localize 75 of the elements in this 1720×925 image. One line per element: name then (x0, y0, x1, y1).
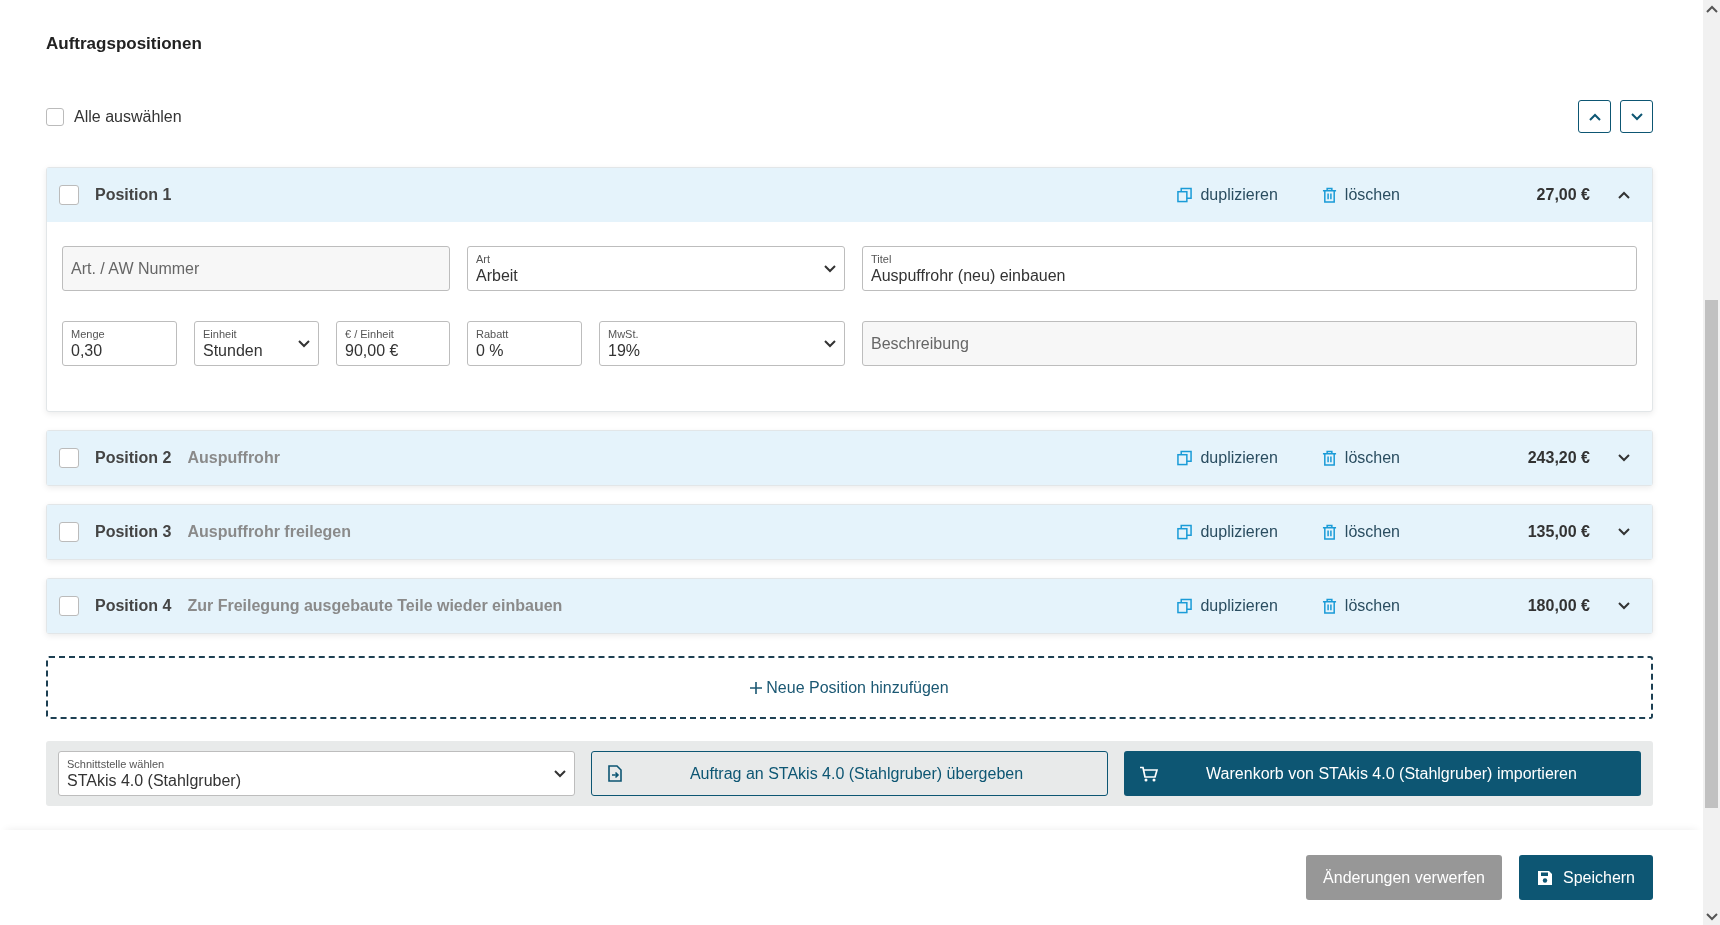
position-label: Position 1 (95, 186, 172, 204)
input-field[interactable]: Titel Auspuffrohr (neu) einbauen (862, 246, 1637, 291)
plus-icon (750, 681, 763, 694)
position-price: 180,00 € (1526, 597, 1590, 615)
expand-icon (1618, 528, 1630, 536)
position-header[interactable]: Position 4 Zur Freilegung ausgebaute Teile wieder einbauen duplizieren löschen 180,00 € (47, 579, 1652, 633)
section-title: Auftragspositionen (46, 34, 203, 54)
expand-toggle[interactable] (1616, 189, 1632, 201)
position-price: 135,00 € (1526, 523, 1590, 541)
trash-icon (1321, 187, 1337, 203)
duplicate-link[interactable]: duplizieren (1177, 186, 1278, 204)
chevron-icon (554, 769, 566, 778)
input-field[interactable]: € / Einheit 90,00 € (336, 321, 450, 366)
checkbox[interactable] (59, 448, 79, 468)
scroll-up-icon (1705, 4, 1718, 13)
delete-link[interactable]: löschen (1321, 186, 1400, 204)
position-header[interactable]: Position 3 Auspuffrohr freilegen duplizieren löschen 135,00 € (47, 505, 1652, 559)
save-icon (1536, 869, 1553, 886)
cart-icon (1140, 765, 1158, 782)
expand-icon (1618, 602, 1630, 610)
position-subtitle: Zur Freilegung ausgebaute Teile wieder einbauen (187, 597, 563, 615)
trash-icon (1321, 524, 1337, 540)
move-up-button[interactable] (1578, 100, 1611, 133)
position-header[interactable]: Position 1 duplizieren löschen 27,00 € (47, 168, 1652, 222)
expand-icon (1618, 454, 1630, 462)
checkbox[interactable] (59, 185, 79, 205)
duplicate-link[interactable]: duplizieren (1177, 597, 1278, 615)
delete-link[interactable]: löschen (1321, 449, 1400, 467)
transfer-order-button[interactable]: Auftrag an STAkis 4.0 (Stahlgruber) übergeben (591, 751, 1108, 796)
checkbox[interactable] (46, 107, 64, 126)
position-header[interactable]: Position 2 Auspuffrohr duplizieren löschen 243,20 € (47, 431, 1652, 485)
expand-toggle[interactable] (1616, 600, 1632, 612)
scrollbar[interactable] (1703, 0, 1720, 925)
input-field[interactable]: Beschreibung (862, 321, 1637, 366)
file-export-icon (608, 765, 622, 782)
position-subtitle: Auspuffrohr (187, 449, 280, 467)
chevron-icon (824, 264, 836, 273)
copy-icon (1177, 187, 1193, 203)
chevron-icon (1630, 112, 1643, 121)
position-subtitle: Auspuffrohr freilegen (187, 523, 351, 541)
add-position-button[interactable]: Neue Position hinzufügen (46, 656, 1653, 719)
position-price: 243,20 € (1526, 449, 1590, 467)
chevron-icon (1588, 112, 1601, 121)
duplicate-link[interactable]: duplizieren (1177, 523, 1278, 541)
copy-icon (1177, 598, 1193, 614)
checkbox[interactable] (59, 522, 79, 542)
chevron-icon (298, 339, 310, 348)
position-label: Position 2 (95, 449, 172, 467)
scroll-down-icon (1705, 912, 1718, 921)
checkbox[interactable] (59, 596, 79, 616)
trash-icon (1321, 598, 1337, 614)
chevron-icon (824, 339, 836, 348)
input-field[interactable]: Art. / AW Nummer (62, 246, 450, 291)
position-label: Position 3 (95, 523, 172, 541)
select-field[interactable]: Schnittstelle wählen STAkis 4.0 (Stahlgruber) (58, 751, 575, 796)
move-down-button[interactable] (1620, 100, 1653, 133)
trash-icon (1321, 450, 1337, 466)
collapse-icon (1618, 191, 1630, 199)
position-price: 27,00 € (1535, 186, 1590, 204)
duplicate-link[interactable]: duplizieren (1177, 449, 1278, 467)
select-field[interactable]: Art Arbeit (467, 246, 845, 291)
import-cart-button[interactable]: Warenkorb von STAkis 4.0 (Stahlgruber) importieren (1124, 751, 1641, 796)
copy-icon (1177, 450, 1193, 466)
expand-toggle[interactable] (1616, 526, 1632, 538)
copy-icon (1177, 524, 1193, 540)
select-field[interactable]: MwSt. 19% (599, 321, 845, 366)
select-field[interactable]: Einheit Stunden (194, 321, 319, 366)
delete-link[interactable]: löschen (1321, 523, 1400, 541)
delete-link[interactable]: löschen (1321, 597, 1400, 615)
save-button[interactable]: Speichern (1518, 855, 1653, 900)
input-field[interactable]: Menge 0,30 (62, 321, 177, 366)
expand-toggle[interactable] (1616, 452, 1632, 464)
position-label: Position 4 (95, 597, 172, 615)
select-all-label[interactable]: Alle auswählen (74, 107, 182, 126)
input-field[interactable]: Rabatt 0 % (467, 321, 582, 366)
